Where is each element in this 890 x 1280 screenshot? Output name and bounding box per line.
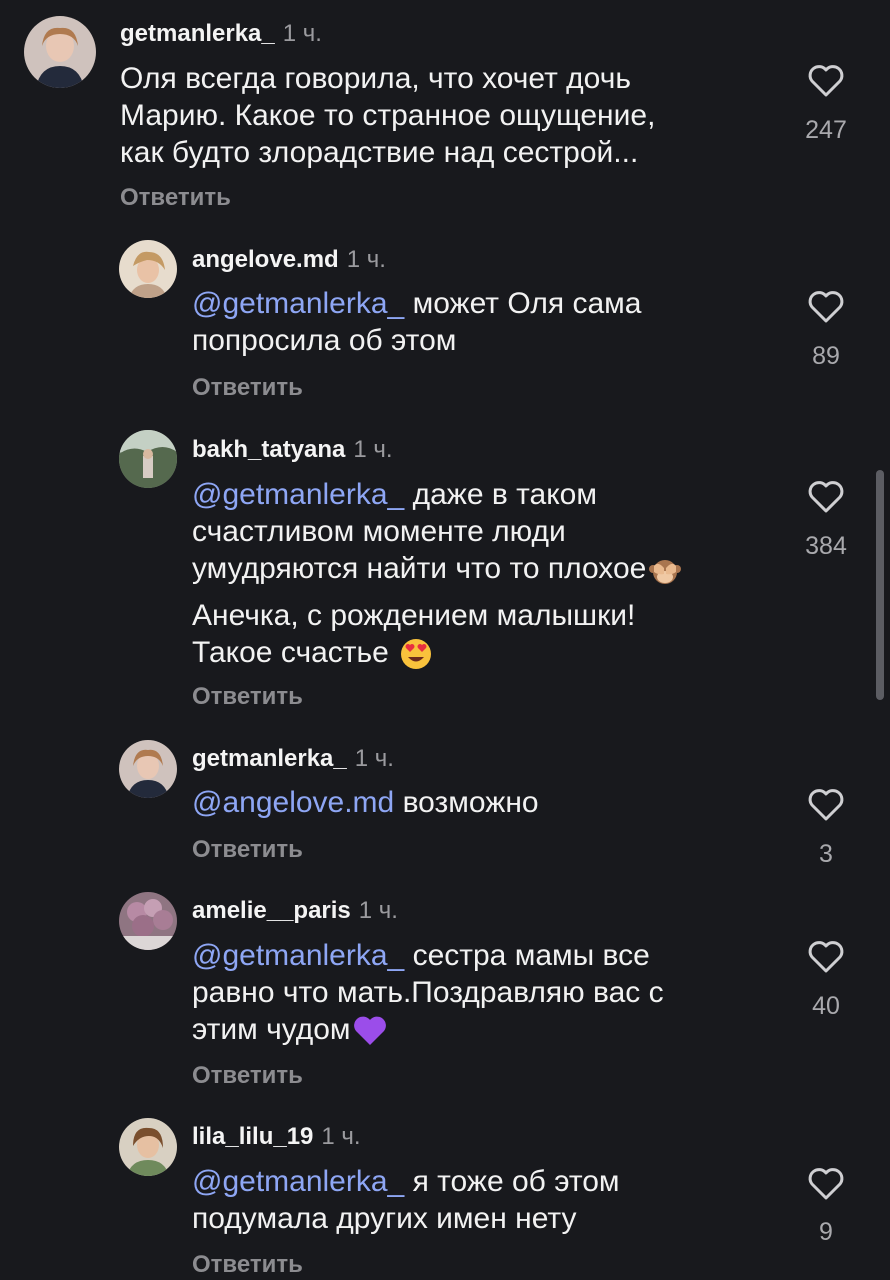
timestamp: 1 ч.	[358, 897, 398, 924]
reply-button[interactable]: Ответить	[192, 1251, 303, 1279]
mention-link[interactable]: @angelove.md	[192, 786, 394, 819]
comment-meta: getmanlerka_ 1 ч.	[192, 745, 394, 773]
avatar[interactable]	[119, 1118, 177, 1176]
username[interactable]: angelove.md	[192, 246, 339, 273]
comment-text: @angelove.md возможно	[192, 784, 539, 821]
comment-line: @getmanlerka_ я тоже об этом	[192, 1163, 620, 1200]
timestamp: 1 ч.	[321, 1123, 361, 1150]
comment-line: попросила об этом	[192, 324, 457, 357]
comment-text: @getmanlerka_ может Оля сама попросила о…	[192, 285, 641, 359]
comment-line: @getmanlerka_ может Оля сама	[192, 285, 641, 322]
reply-button[interactable]: Ответить	[192, 836, 303, 864]
comment-line: этим чудом	[192, 1011, 664, 1048]
comment-line: счастливом моменте люди	[192, 515, 566, 548]
avatar[interactable]	[119, 740, 177, 798]
comment-line: @getmanlerka_ сестра мамы все	[192, 937, 664, 974]
comment-line-text: умудряются найти что то плохое	[192, 552, 647, 585]
comment-text: @getmanlerka_ даже в таком счастливом мо…	[192, 476, 682, 671]
comment-line: @getmanlerka_ даже в таком	[192, 476, 682, 513]
heart-outline-icon[interactable]	[806, 288, 846, 324]
heart-outline-icon[interactable]	[806, 938, 846, 974]
avatar[interactable]	[24, 16, 96, 88]
see-no-evil-monkey-emoji	[648, 553, 682, 587]
mention-link[interactable]: @getmanlerka_	[192, 478, 404, 511]
like-count: 9	[819, 1218, 833, 1246]
like-count: 384	[805, 532, 847, 560]
timestamp: 1 ч.	[354, 745, 394, 772]
comment-line: подумала других имен нету	[192, 1202, 577, 1235]
comment-meta: angelove.md 1 ч.	[192, 246, 386, 274]
like-count: 247	[805, 116, 847, 144]
heart-outline-icon[interactable]	[806, 62, 846, 98]
heart-eyes-emoji	[399, 637, 433, 671]
timestamp: 1 ч.	[353, 436, 393, 463]
reply-button[interactable]: Ответить	[192, 683, 303, 711]
comment-line: как будто злорадствие над сестрой...	[120, 136, 639, 169]
comment-line: равно что мать.Поздравляю вас с	[192, 976, 664, 1009]
comment-text: @getmanlerka_ я тоже об этом подумала др…	[192, 1163, 620, 1237]
comment-line-text: сестра мамы все	[404, 939, 650, 972]
reply-button[interactable]: Ответить	[192, 1062, 303, 1090]
comment-meta: getmanlerka_ 1 ч.	[120, 20, 322, 48]
comment-line-text: этим чудом	[192, 1013, 351, 1046]
heart-outline-icon[interactable]	[806, 1165, 846, 1201]
heart-outline-icon[interactable]	[806, 478, 846, 514]
like-count: 89	[812, 342, 840, 370]
comment-line-text: я тоже об этом	[404, 1165, 620, 1198]
comment-meta: amelie__paris 1 ч.	[192, 897, 398, 925]
comment-line: умудряются найти что то плохое	[192, 550, 682, 587]
username[interactable]: bakh_tatyana	[192, 436, 345, 463]
scrollbar[interactable]	[876, 470, 884, 700]
comment-line: Такое счастье	[192, 634, 682, 671]
comment-meta: lila_lilu_19 1 ч.	[192, 1123, 361, 1151]
like-count: 40	[812, 992, 840, 1020]
comment-line: @angelove.md возможно	[192, 784, 539, 821]
timestamp: 1 ч.	[282, 20, 322, 47]
timestamp: 1 ч.	[346, 246, 386, 273]
comment-text: Оля всегда говорила, что хочет дочь Мари…	[120, 60, 655, 171]
avatar[interactable]	[119, 240, 177, 298]
comment-line-text: может Оля сама	[404, 287, 642, 320]
comment-line: Марию. Какое то странное ощущение,	[120, 99, 656, 132]
reply-button[interactable]: Ответить	[192, 374, 303, 402]
comment-line-text: возможно	[394, 786, 539, 819]
comment-line: Анечка, с рождением малышки!	[192, 599, 636, 633]
comment-line-text: Такое счастье	[192, 636, 398, 670]
mention-link[interactable]: @getmanlerka_	[192, 1165, 404, 1198]
comment-meta: bakh_tatyana 1 ч.	[192, 436, 393, 464]
username[interactable]: lila_lilu_19	[192, 1123, 313, 1150]
username[interactable]: getmanlerka_	[192, 745, 347, 772]
mention-link[interactable]: @getmanlerka_	[192, 287, 404, 320]
avatar[interactable]	[119, 892, 177, 950]
mention-link[interactable]: @getmanlerka_	[192, 939, 404, 972]
username[interactable]: amelie__paris	[192, 897, 351, 924]
comment-line: Оля всегда говорила, что хочет дочь	[120, 62, 631, 95]
heart-outline-icon[interactable]	[806, 786, 846, 822]
reply-button[interactable]: Ответить	[120, 184, 231, 212]
purple-heart-emoji	[353, 1014, 387, 1048]
comment-line-text: даже в таком	[404, 478, 597, 511]
username[interactable]: getmanlerka_	[120, 20, 275, 47]
comment-text: @getmanlerka_ сестра мамы все равно что …	[192, 937, 664, 1048]
like-count: 3	[819, 840, 833, 868]
avatar[interactable]	[119, 430, 177, 488]
